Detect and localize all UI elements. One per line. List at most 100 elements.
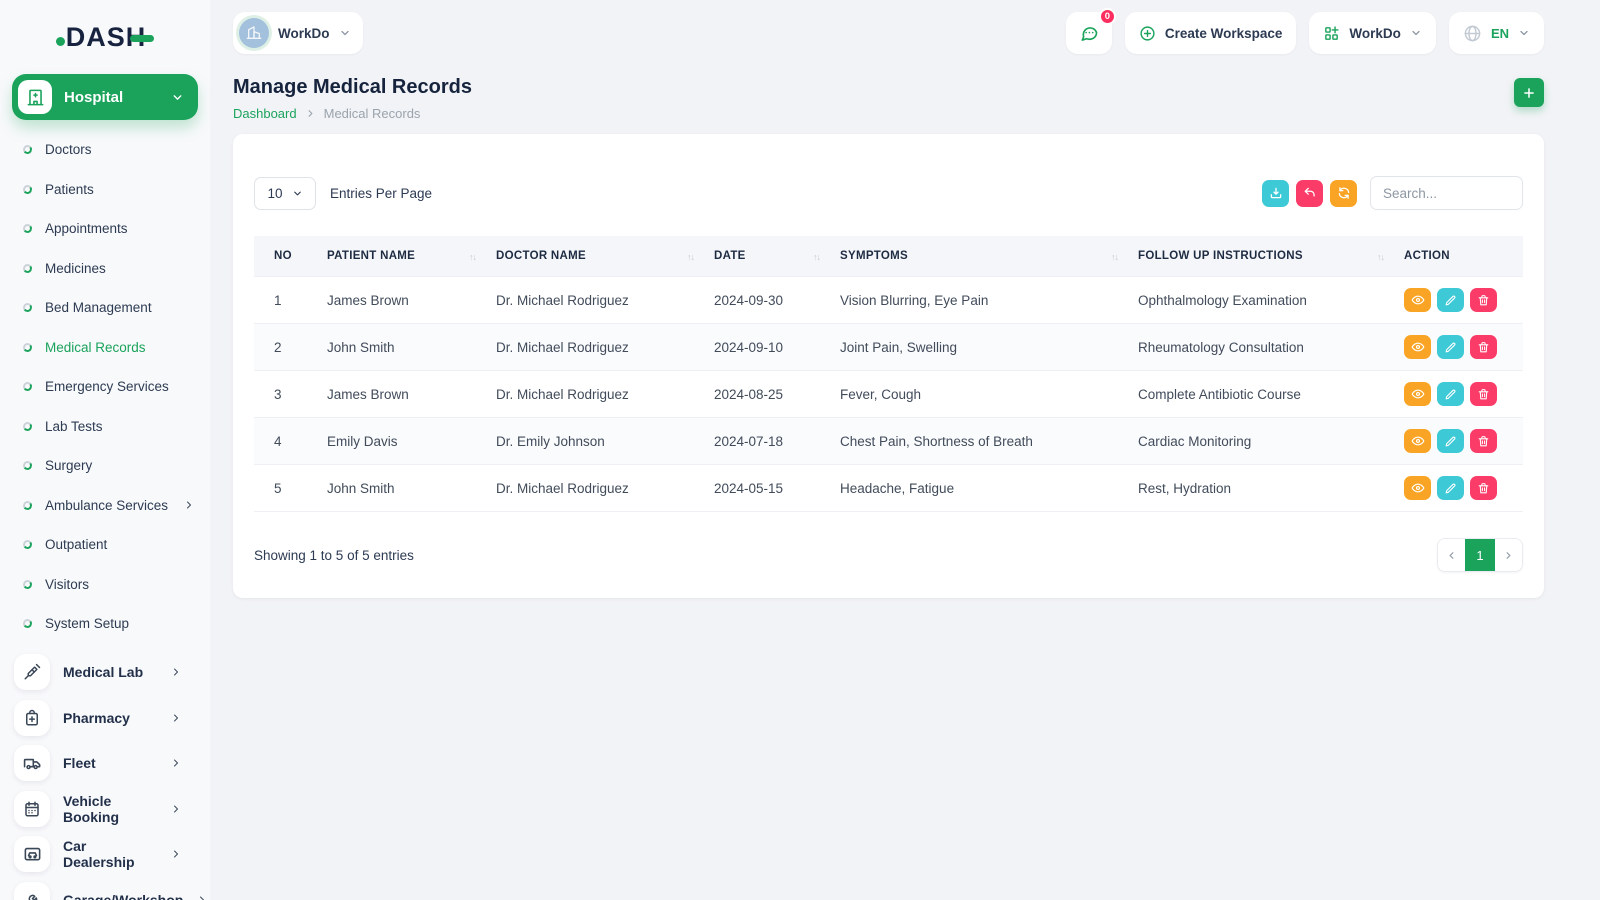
sidebar-item-label: Bed Management bbox=[45, 300, 152, 315]
bullet-circle-icon bbox=[22, 342, 32, 352]
sort-icon[interactable]: ↑↓ bbox=[1377, 252, 1384, 262]
sort-icon[interactable]: ↑↓ bbox=[1111, 252, 1118, 262]
add-record-button[interactable] bbox=[1514, 78, 1544, 107]
workspace-name: WorkDo bbox=[278, 26, 330, 41]
cell-date: 2024-09-30 bbox=[704, 277, 830, 324]
sidebar-item-emergency-services[interactable]: Emergency Services bbox=[12, 367, 198, 407]
cell-no: 5 bbox=[254, 465, 317, 512]
bullet-circle-icon bbox=[22, 421, 32, 431]
column-header-patient-name[interactable]: PATIENT NAME↑↓ bbox=[317, 236, 486, 277]
cell-symptoms: Vision Blurring, Eye Pain bbox=[830, 277, 1128, 324]
reset-button[interactable] bbox=[1296, 180, 1323, 207]
pencil-icon bbox=[1444, 294, 1457, 307]
view-record-button[interactable] bbox=[1404, 335, 1431, 359]
cell-follow-up: Ophthalmology Examination bbox=[1128, 277, 1394, 324]
workspace-switcher[interactable]: WorkDo bbox=[233, 12, 363, 54]
sidebar-item-system-setup[interactable]: System Setup bbox=[12, 604, 198, 644]
export-download-button[interactable] bbox=[1262, 180, 1289, 207]
calendar-icon bbox=[14, 791, 50, 827]
pagination-prev-button[interactable] bbox=[1438, 539, 1465, 571]
view-record-button[interactable] bbox=[1404, 382, 1431, 406]
sidebar-item-medical-records[interactable]: Medical Records bbox=[12, 328, 198, 368]
column-header-follow-up-instructions[interactable]: FOLLOW UP INSTRUCTIONS↑↓ bbox=[1128, 236, 1394, 277]
edit-record-button[interactable] bbox=[1437, 476, 1464, 500]
sidebar-item-label: Emergency Services bbox=[45, 379, 169, 394]
modules-menu: Medical Lab Pharmacy Fleet Vehicle Booki… bbox=[12, 650, 198, 900]
cell-doctor-name: Dr. Michael Rodriguez bbox=[486, 465, 704, 512]
module-item-medical-lab[interactable]: Medical Lab bbox=[12, 650, 198, 696]
sidebar-item-lab-tests[interactable]: Lab Tests bbox=[12, 407, 198, 447]
app-root: DASH Hospital Doctors Patients Appointme… bbox=[0, 0, 1600, 900]
sidebar-item-patients[interactable]: Patients bbox=[12, 170, 198, 210]
cell-follow-up: Cardiac Monitoring bbox=[1128, 418, 1394, 465]
sidebar-item-outpatient[interactable]: Outpatient bbox=[12, 525, 198, 565]
sidebar-item-bed-management[interactable]: Bed Management bbox=[12, 288, 198, 328]
trash-icon bbox=[1477, 388, 1490, 401]
sidebar-item-doctors[interactable]: Doctors bbox=[12, 130, 198, 170]
bullet-circle-icon bbox=[22, 579, 32, 589]
pagination-page-1[interactable]: 1 bbox=[1465, 539, 1495, 571]
view-record-button[interactable] bbox=[1404, 476, 1431, 500]
table-row: 4 Emily Davis Dr. Emily Johnson 2024-07-… bbox=[254, 418, 1523, 465]
create-workspace-button[interactable]: Create Workspace bbox=[1125, 12, 1297, 54]
sort-icon[interactable]: ↑↓ bbox=[687, 252, 694, 262]
delete-record-button[interactable] bbox=[1470, 476, 1497, 500]
cell-actions bbox=[1394, 324, 1523, 371]
cell-symptoms: Fever, Cough bbox=[830, 371, 1128, 418]
table-row: 5 John Smith Dr. Michael Rodriguez 2024-… bbox=[254, 465, 1523, 512]
pencil-icon bbox=[1444, 388, 1457, 401]
refresh-button[interactable] bbox=[1330, 180, 1357, 207]
module-item-vehicle-booking[interactable]: Vehicle Booking bbox=[12, 786, 198, 832]
module-item-fleet[interactable]: Fleet bbox=[12, 741, 198, 787]
delete-record-button[interactable] bbox=[1470, 429, 1497, 453]
pagination-next-button[interactable] bbox=[1495, 539, 1522, 571]
language-selector[interactable]: EN bbox=[1449, 12, 1544, 54]
sidebar-item-surgery[interactable]: Surgery bbox=[12, 446, 198, 486]
brand-logo[interactable]: DASH bbox=[12, 14, 198, 60]
breadcrumb-dashboard-link[interactable]: Dashboard bbox=[233, 106, 297, 121]
column-header-doctor-name[interactable]: DOCTOR NAME↑↓ bbox=[486, 236, 704, 277]
table-controls: 10 Entries Per Page bbox=[254, 176, 1523, 210]
column-header-date[interactable]: DATE↑↓ bbox=[704, 236, 830, 277]
module-item-pharmacy[interactable]: Pharmacy bbox=[12, 695, 198, 741]
edit-record-button[interactable] bbox=[1437, 335, 1464, 359]
cell-actions bbox=[1394, 277, 1523, 324]
entries-per-page-select[interactable]: 10 bbox=[254, 177, 316, 210]
cell-no: 2 bbox=[254, 324, 317, 371]
module-item-car-dealership[interactable]: Car Dealership bbox=[12, 832, 198, 878]
view-record-button[interactable] bbox=[1404, 288, 1431, 312]
sidebar-item-label: Lab Tests bbox=[45, 419, 103, 434]
module-item-garage-workshop[interactable]: Garage/Workshop bbox=[12, 877, 198, 900]
records-table: NOPATIENT NAME↑↓DOCTOR NAME↑↓DATE↑↓SYMPT… bbox=[254, 236, 1523, 512]
chevron-left-icon bbox=[1446, 550, 1457, 561]
bullet-circle-icon bbox=[22, 184, 32, 194]
sort-icon[interactable]: ↑↓ bbox=[813, 252, 820, 262]
edit-record-button[interactable] bbox=[1437, 288, 1464, 312]
edit-record-button[interactable] bbox=[1437, 382, 1464, 406]
cell-no: 4 bbox=[254, 418, 317, 465]
bullet-circle-icon bbox=[22, 145, 32, 155]
eye-icon bbox=[1411, 340, 1425, 354]
sidebar-item-visitors[interactable]: Visitors bbox=[12, 565, 198, 605]
messages-button[interactable]: 0 bbox=[1066, 12, 1112, 54]
cell-date: 2024-05-15 bbox=[704, 465, 830, 512]
view-record-button[interactable] bbox=[1404, 429, 1431, 453]
chat-icon bbox=[1079, 23, 1099, 43]
column-header-symptoms[interactable]: SYMPTOMS↑↓ bbox=[830, 236, 1128, 277]
eye-icon bbox=[1411, 293, 1425, 307]
delete-record-button[interactable] bbox=[1470, 382, 1497, 406]
entries-per-page-label: Entries Per Page bbox=[330, 186, 432, 201]
sidebar-item-ambulance-services[interactable]: Ambulance Services bbox=[12, 486, 198, 526]
edit-record-button[interactable] bbox=[1437, 429, 1464, 453]
workspace-avatar bbox=[239, 18, 269, 48]
sidebar-item-medicines[interactable]: Medicines bbox=[12, 249, 198, 289]
active-module-button[interactable]: Hospital bbox=[12, 74, 198, 120]
chevron-right-icon bbox=[305, 108, 316, 119]
workdo-menu-button[interactable]: WorkDo bbox=[1309, 12, 1436, 54]
sort-icon[interactable]: ↑↓ bbox=[469, 252, 476, 262]
sidebar-item-appointments[interactable]: Appointments bbox=[12, 209, 198, 249]
delete-record-button[interactable] bbox=[1470, 288, 1497, 312]
delete-record-button[interactable] bbox=[1470, 335, 1497, 359]
cell-no: 3 bbox=[254, 371, 317, 418]
search-input[interactable] bbox=[1370, 176, 1523, 210]
